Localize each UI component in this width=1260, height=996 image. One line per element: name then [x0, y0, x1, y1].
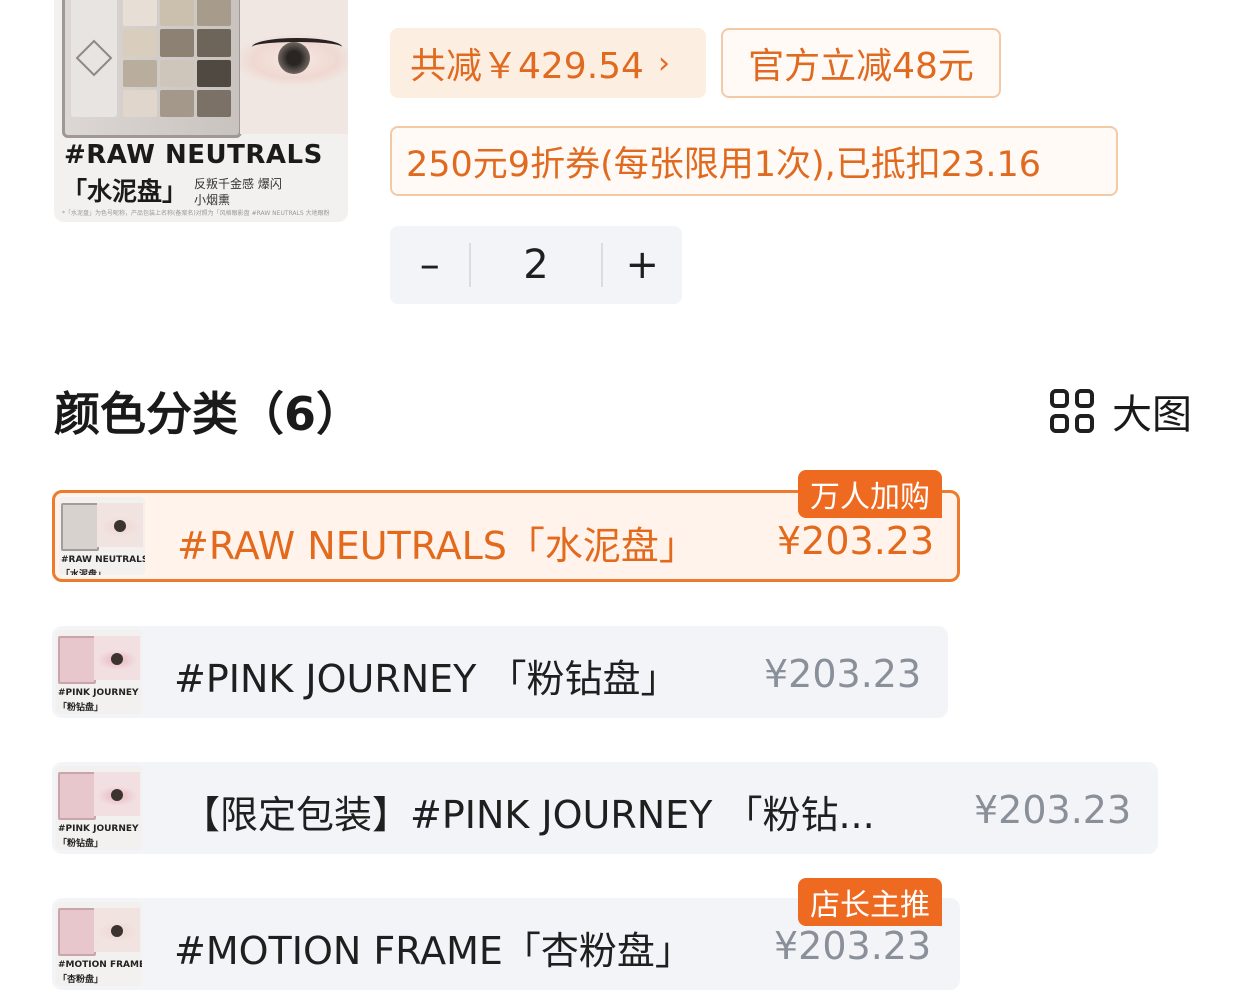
quantity-stepper: – 2 +	[390, 226, 682, 304]
increase-button[interactable]: +	[603, 242, 682, 288]
thumb-subtitle: 「水泥盘」	[61, 570, 107, 575]
mini-palette-icon	[58, 772, 96, 820]
variant-price: ¥203.23	[974, 788, 1132, 832]
variant-price: ¥203.23	[764, 652, 922, 696]
image-tagline: 反叛千金感 爆闪小烟熏	[194, 177, 282, 207]
palette-illustration	[62, 0, 242, 138]
thumb-subtitle: 「杏粉盘」	[58, 975, 104, 985]
variant-thumbnail: #MOTION FRAME 「杏粉盘」	[56, 902, 142, 986]
shade-grid	[123, 0, 231, 117]
thumb-title: #RAW NEUTRALS	[61, 555, 145, 565]
image-product-subtitle: 「水泥盘」	[62, 177, 188, 206]
thumb-subtitle: 「粉钻盘」	[58, 703, 104, 713]
variant-price: ¥203.23	[774, 924, 932, 968]
variant-name: #RAW NEUTRALS「水泥盘」	[177, 524, 697, 568]
thumb-title: #PINK JOURNEY	[58, 824, 139, 834]
big-view-label: 大图	[1112, 392, 1192, 438]
quantity-value[interactable]: 2	[471, 242, 600, 288]
decrease-button[interactable]: –	[390, 242, 469, 288]
thumb-title: #PINK JOURNEY	[58, 688, 139, 698]
big-view-toggle[interactable]: 大图	[1050, 382, 1192, 440]
total-discount-chip[interactable]: 共减￥429.54 ›	[390, 28, 706, 98]
thumb-title: #MOTION FRAME	[58, 960, 142, 970]
variant-thumbnail: #PINK JOURNEY 「粉钻盘」	[56, 630, 142, 714]
coupon-chip: 250元9折券(每张限用1次),已抵扣23.16	[390, 126, 1118, 196]
total-discount-text: 共减￥429.54	[410, 46, 644, 87]
mini-eye-icon	[97, 503, 143, 547]
image-fineprint: *「水泥盘」为色号昵称，产品包装上名称(备案名)对照为「风格眼影盘 #RAW N…	[62, 210, 330, 217]
eye-illustration	[240, 0, 348, 134]
coupon-text: 250元9折券(每张限用1次),已抵扣23.16	[406, 144, 1041, 185]
variant-name: 【限定包装】#PINK JOURNEY 「粉钻...	[182, 793, 875, 837]
official-discount-chip: 官方立减48元	[721, 28, 1001, 98]
mini-palette-icon	[58, 908, 96, 956]
mini-eye-icon	[94, 636, 140, 680]
official-discount-text: 官方立减48元	[748, 46, 974, 87]
mini-eye-icon	[94, 772, 140, 816]
mini-eye-icon	[94, 908, 140, 952]
variant-badge: 店长主推	[798, 878, 942, 926]
grid-view-icon	[1050, 389, 1094, 433]
variant-thumbnail: #RAW NEUTRALS 「水泥盘」	[59, 497, 145, 575]
variant-badge: 万人加购	[798, 470, 942, 518]
variant-name: #PINK JOURNEY 「粉钻盘」	[174, 657, 679, 701]
variant-thumbnail: #PINK JOURNEY 「粉钻盘」	[56, 766, 142, 850]
chevron-right-icon: ›	[657, 45, 670, 81]
iris-icon	[278, 42, 310, 74]
variant-option-limited-pink-journey[interactable]: #PINK JOURNEY 「粉钻盘」 【限定包装】#PINK JOURNEY …	[52, 762, 1158, 854]
mini-palette-icon	[61, 503, 99, 551]
variant-name: #MOTION FRAME「杏粉盘」	[174, 929, 693, 973]
product-image[interactable]: #RAW NEUTRALS 「水泥盘」 反叛千金感 爆闪小烟熏 *「水泥盘」为色…	[54, 0, 348, 222]
variant-option-pink-journey[interactable]: #PINK JOURNEY 「粉钻盘」 #PINK JOURNEY 「粉钻盘」 …	[52, 626, 948, 718]
mini-palette-icon	[58, 636, 96, 684]
color-category-title: 颜色分类（6）	[54, 387, 363, 441]
image-product-title: #RAW NEUTRALS	[64, 140, 323, 170]
thumb-subtitle: 「粉钻盘」	[58, 839, 104, 849]
variant-price: ¥203.23	[777, 519, 935, 563]
